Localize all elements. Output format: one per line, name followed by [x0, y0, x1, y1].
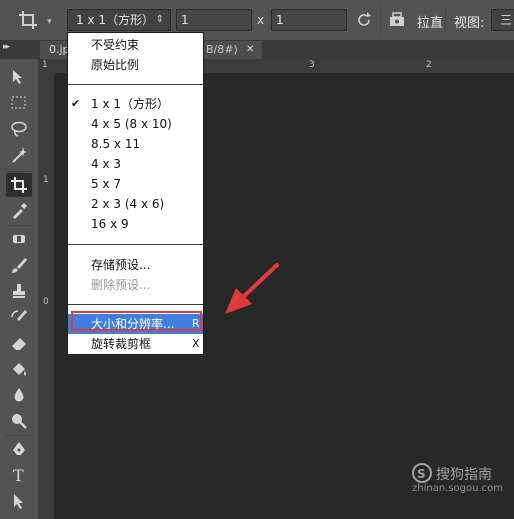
- dodge-tool[interactable]: [6, 409, 32, 433]
- ratio-select[interactable]: 1 x 1（方形） ⇕: [67, 9, 171, 31]
- swap-dimensions-icon[interactable]: [355, 11, 373, 29]
- eraser-tool[interactable]: [6, 331, 32, 355]
- ruler-label: 0: [43, 297, 49, 307]
- menu-item-ratio-4x3[interactable]: 4 x 3: [68, 154, 203, 174]
- menu-item-original-ratio[interactable]: 原始比例: [68, 55, 203, 75]
- lasso-icon: [11, 121, 27, 137]
- ratio-separator: x: [257, 13, 265, 27]
- updown-arrow-icon: ⇕: [155, 14, 164, 25]
- annotation-arrow-icon: [225, 263, 279, 314]
- move-tool[interactable]: [6, 65, 32, 89]
- menu-item-unconstrained[interactable]: 不受约束: [68, 35, 203, 55]
- straighten-label[interactable]: 拉直: [417, 12, 443, 31]
- watermark-text: 搜狗指南: [436, 467, 492, 483]
- ratio-dropdown-menu: 不受约束 原始比例 ✔ 1 x 1（方形） 4 x 5 (8 x 10) 8.5…: [67, 32, 204, 355]
- crop-tool-icon[interactable]: [18, 10, 38, 30]
- eraser-icon: [12, 338, 26, 350]
- ruler-label: 1: [42, 60, 48, 70]
- menu-item-delete-preset: 删除预设...: [91, 278, 151, 292]
- history-brush-tool[interactable]: [6, 305, 32, 329]
- menu-item-ratio-16x9[interactable]: 16 x 9: [68, 214, 203, 234]
- menu-item-save-preset[interactable]: 存储预设...: [68, 255, 203, 275]
- pen-tool[interactable]: [6, 437, 32, 461]
- shortcut-label: X: [192, 337, 200, 350]
- options-divider: [445, 6, 446, 34]
- checkmark-icon: ✔: [71, 97, 81, 110]
- view-label: 视图:: [454, 16, 485, 31]
- width-ratio-field[interactable]: 1: [176, 9, 252, 31]
- magic-wand-icon: [12, 147, 27, 163]
- menu-item-rotate-crop-box[interactable]: 旋转裁剪框 X: [68, 334, 203, 354]
- menu-item-ratio-1x1[interactable]: ✔ 1 x 1（方形）: [68, 94, 203, 114]
- sogou-logo-icon: S: [412, 463, 432, 483]
- ruler-label: 3: [309, 60, 315, 70]
- paint-bucket-tool[interactable]: [6, 357, 32, 381]
- menu-item-ratio-8-5x11[interactable]: 8.5 x 11: [68, 134, 203, 154]
- menu-separator: [68, 84, 203, 85]
- lasso-tool[interactable]: [6, 117, 32, 141]
- clone-stamp-tool[interactable]: [6, 279, 32, 303]
- blur-tool[interactable]: [6, 383, 32, 407]
- history-brush-icon: [11, 310, 27, 321]
- tool-separator: [6, 171, 32, 172]
- menu-item-ratio-5x7[interactable]: 5 x 7: [68, 174, 203, 194]
- ruler-label: 2: [426, 60, 432, 70]
- vertical-ruler: 1 0: [38, 73, 55, 519]
- options-divider: [380, 6, 381, 34]
- pen-icon: [13, 442, 25, 455]
- document-tab-title-end: B/8#): [206, 43, 238, 56]
- view-select[interactable]: 三: [491, 9, 514, 31]
- water-drop-icon: [14, 388, 24, 402]
- menu-item-ratio-4x5[interactable]: 4 x 5 (8 x 10): [68, 114, 203, 134]
- highlight-box-annotation: [71, 311, 202, 331]
- crop-icon: [11, 177, 27, 193]
- ruler-label: 1: [43, 175, 49, 185]
- menu-separator: [68, 304, 203, 305]
- stamp-icon: [13, 284, 25, 298]
- healing-tool[interactable]: [6, 227, 32, 251]
- paint-bucket-icon: [13, 363, 26, 376]
- tool-separator: [6, 435, 32, 436]
- tool-preset-dropdown-icon[interactable]: ▾: [47, 17, 52, 27]
- close-tab-icon[interactable]: ✕: [246, 41, 254, 59]
- magic-wand-tool[interactable]: [6, 143, 32, 167]
- height-ratio-field[interactable]: 1: [271, 9, 347, 31]
- ratio-select-value: 1 x 1（方形）: [76, 13, 155, 27]
- bandage-icon: [13, 235, 25, 243]
- straighten-icon[interactable]: [388, 11, 406, 29]
- path-selection-tool[interactable]: [6, 489, 32, 513]
- path-selection-icon: [14, 494, 23, 509]
- svg-text:S: S: [417, 467, 426, 481]
- menu-separator: [68, 244, 203, 245]
- crop-tool-active[interactable]: [6, 173, 32, 197]
- brush-tool[interactable]: [6, 253, 32, 277]
- tools-panel: T: [0, 59, 39, 519]
- marquee-tool[interactable]: [6, 91, 32, 115]
- menu-item-ratio-2x3[interactable]: 2 x 3 (4 x 6): [68, 194, 203, 214]
- collapse-panel-icon[interactable]: ▸▸: [3, 42, 10, 52]
- type-icon: T: [13, 466, 24, 484]
- eyedropper-tool[interactable]: [6, 199, 32, 223]
- marquee-icon: [11, 96, 26, 109]
- eyedropper-icon: [13, 203, 27, 219]
- tool-separator: [6, 225, 32, 226]
- move-icon: [13, 70, 22, 84]
- brush-icon: [12, 258, 27, 273]
- dodge-icon: [12, 414, 27, 429]
- type-tool[interactable]: T: [6, 463, 32, 487]
- watermark-url: zhinan.sogou.com: [412, 483, 504, 494]
- svg-text:T: T: [13, 466, 24, 484]
